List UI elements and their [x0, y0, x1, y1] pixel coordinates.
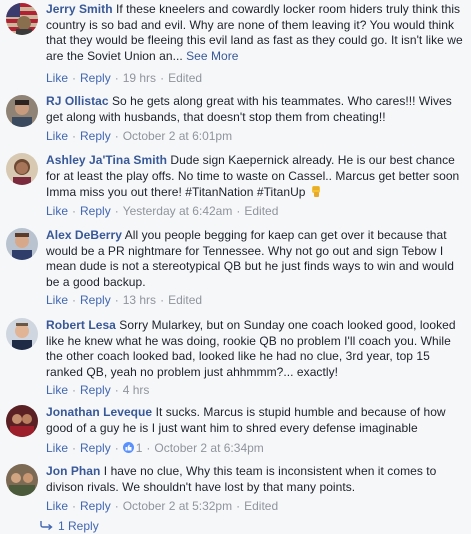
edited-label[interactable]: Edited: [244, 204, 278, 218]
like-button[interactable]: Like: [46, 129, 68, 143]
like-button[interactable]: Like: [46, 293, 68, 307]
raised-fist-emoji: [311, 186, 320, 198]
comment-author[interactable]: Jon Phan: [46, 464, 100, 478]
user-avatar-man[interactable]: [6, 95, 38, 127]
comment-author[interactable]: RJ Ollistac: [46, 94, 109, 108]
comment-timestamp[interactable]: October 2 at 6:34pm: [154, 441, 263, 455]
user-avatar-woman[interactable]: [6, 153, 38, 185]
edited-label[interactable]: Edited: [168, 71, 202, 85]
comment-text: I have no clue, Why this team is inconsi…: [46, 464, 437, 494]
user-avatar-man[interactable]: [6, 228, 38, 260]
user-avatar-group[interactable]: [6, 405, 38, 437]
comment-timestamp[interactable]: October 2 at 6:01pm: [123, 129, 232, 143]
comment-timestamp[interactable]: Yesterday at 6:42am: [123, 204, 233, 218]
reply-button[interactable]: Reply: [80, 129, 111, 143]
reply-button[interactable]: Reply: [80, 293, 111, 307]
user-avatar-man[interactable]: [6, 318, 38, 350]
comment-timestamp[interactable]: October 2 at 5:32pm: [123, 499, 232, 513]
reply-button[interactable]: Reply: [80, 204, 111, 218]
view-replies-link[interactable]: 1 Reply: [40, 518, 99, 534]
like-button[interactable]: Like: [46, 71, 68, 85]
comment-author[interactable]: Jonathan Leveque: [46, 405, 152, 419]
like-button[interactable]: Like: [46, 204, 68, 218]
reply-button[interactable]: Reply: [80, 441, 111, 455]
comment-author[interactable]: Robert Lesa: [46, 318, 116, 332]
edited-label[interactable]: Edited: [168, 293, 202, 307]
like-button[interactable]: Like: [46, 383, 68, 397]
edited-label[interactable]: Edited: [244, 499, 278, 513]
reply-button[interactable]: Reply: [80, 499, 111, 513]
see-more-link[interactable]: See More: [186, 49, 238, 63]
comment-timestamp[interactable]: 4 hrs: [123, 383, 150, 397]
comment-timestamp[interactable]: 13 hrs: [123, 293, 156, 307]
like-count[interactable]: 1: [136, 441, 143, 455]
like-button[interactable]: Like: [46, 499, 68, 513]
reply-arrow-icon: [40, 521, 53, 530]
comment-author[interactable]: Jerry Smith: [46, 2, 113, 16]
comment-feed: Jerry Smith If these kneelers and coward…: [0, 0, 471, 534]
replies-count-label[interactable]: 1 Reply: [58, 519, 99, 533]
user-avatar-flag[interactable]: [6, 3, 38, 35]
like-reaction-icon[interactable]: [122, 442, 134, 453]
user-avatar-group[interactable]: [6, 464, 38, 496]
comment-author[interactable]: Ashley Ja'Tina Smith: [46, 153, 167, 167]
comment-author[interactable]: Alex DeBerry: [46, 228, 122, 242]
like-button[interactable]: Like: [46, 441, 68, 455]
reply-button[interactable]: Reply: [80, 383, 111, 397]
reply-button[interactable]: Reply: [80, 71, 111, 85]
comment-timestamp[interactable]: 19 hrs: [123, 71, 156, 85]
